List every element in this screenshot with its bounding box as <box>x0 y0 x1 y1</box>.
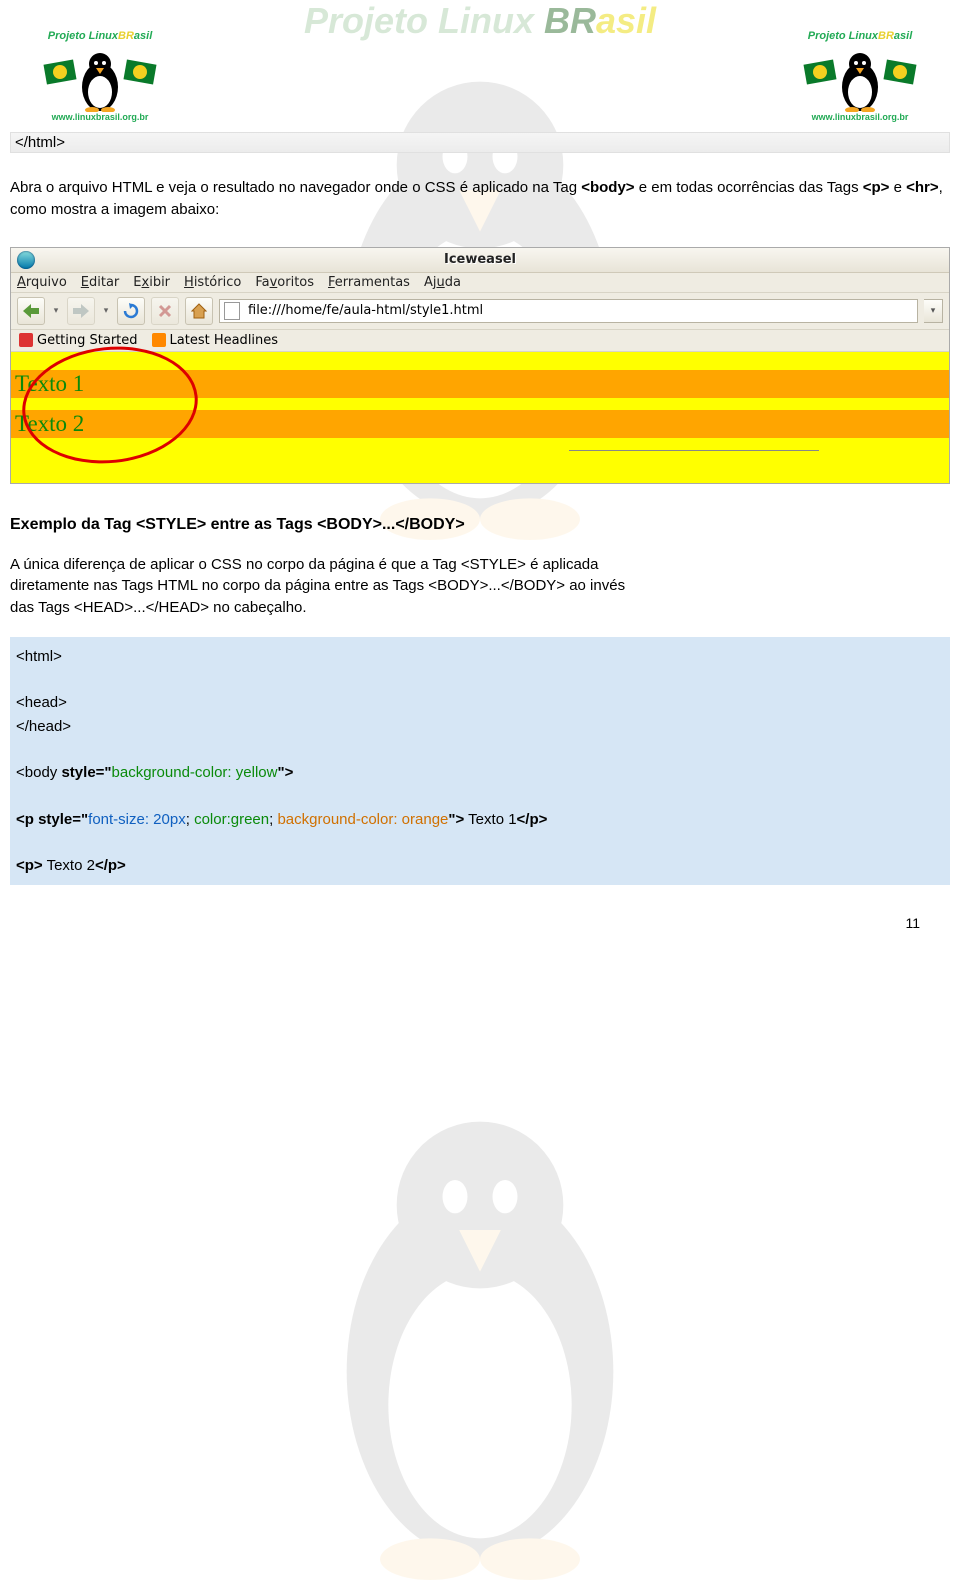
back-dropdown[interactable]: ▾ <box>51 306 61 316</box>
penguin-logo-icon <box>800 42 920 112</box>
logo-url: www.linuxbrasil.org.br <box>20 112 180 122</box>
penguin-watermark-icon <box>270 1080 690 1580</box>
menu-editar[interactable]: Editar <box>81 275 120 290</box>
reload-icon <box>123 303 139 319</box>
code-line: <html> <box>16 645 944 668</box>
logo-right: Projeto LinuxBRasil www.linuxbrasil.org.… <box>780 30 940 122</box>
rendered-hr <box>569 450 819 451</box>
url-input[interactable] <box>246 302 913 319</box>
arrow-left-icon <box>23 304 39 318</box>
code-line: <p style="font-size: 20px; color:green; … <box>16 808 944 831</box>
bookmark-bar: Getting Started Latest Headlines <box>11 330 949 352</box>
rendered-text-2: Texto 2 <box>11 410 949 438</box>
code-line: <head> <box>16 691 944 714</box>
back-button[interactable] <box>17 297 45 325</box>
bookmark-getting-started[interactable]: Getting Started <box>19 333 138 348</box>
document-icon <box>224 302 240 320</box>
url-bar[interactable] <box>219 299 918 323</box>
browser-window: Iceweasel Arquivo Editar Exibir Históric… <box>10 247 950 484</box>
watermark-title: Projeto Linux BRasil <box>304 0 656 42</box>
menu-historico[interactable]: Histórico <box>184 275 241 290</box>
browser-titlebar: Iceweasel <box>11 248 949 273</box>
menu-exibir[interactable]: Exibir <box>133 275 170 290</box>
logo-left: Projeto LinuxBRasil www.linuxbrasil.org.… <box>20 30 180 122</box>
stop-button[interactable] <box>151 297 179 325</box>
menu-arquivo[interactable]: Arquivo <box>17 275 67 290</box>
forward-button[interactable] <box>67 297 95 325</box>
explanation-paragraph: A única diferença de aplicar o CSS no co… <box>10 554 650 619</box>
menu-ferramentas[interactable]: Ferramentas <box>328 275 410 290</box>
browser-menubar: Arquivo Editar Exibir Histórico Favorito… <box>11 273 949 293</box>
section-heading: Exemplo da Tag <STYLE> entre as Tags <BO… <box>10 516 950 534</box>
page-number: 11 <box>0 885 960 951</box>
bookmark-icon <box>19 333 33 347</box>
rendered-text-1: Texto 1 <box>11 370 949 398</box>
code-block-html: <html> <head> </head> <body style="backg… <box>10 637 950 886</box>
code-line: <body style="background-color: yellow"> <box>16 761 944 784</box>
reload-button[interactable] <box>117 297 145 325</box>
home-icon <box>191 303 207 319</box>
intro-paragraph: Abra o arquivo HTML e veja o resultado n… <box>10 177 950 221</box>
globe-icon <box>17 251 35 269</box>
code-line: </head> <box>16 715 944 738</box>
home-button[interactable] <box>185 297 213 325</box>
rss-icon <box>152 333 166 347</box>
code-snippet-close-html: </html> <box>10 132 950 153</box>
menu-ajuda[interactable]: Ajuda <box>424 275 461 290</box>
rendered-page: Texto 1 Texto 2 <box>11 352 949 483</box>
bookmark-latest-headlines[interactable]: Latest Headlines <box>152 333 279 348</box>
forward-dropdown[interactable]: ▾ <box>101 306 111 316</box>
browser-toolbar: ▾ ▾ ▾ <box>11 293 949 330</box>
menu-favoritos[interactable]: Favoritos <box>255 275 314 290</box>
penguin-logo-icon <box>40 42 160 112</box>
code-line: <p> Texto 2</p> <box>16 854 944 877</box>
window-title: Iceweasel <box>444 252 516 267</box>
arrow-right-icon <box>73 304 89 318</box>
url-dropdown[interactable]: ▾ <box>924 299 943 323</box>
stop-icon <box>158 304 172 318</box>
logo-url: www.linuxbrasil.org.br <box>780 112 940 122</box>
